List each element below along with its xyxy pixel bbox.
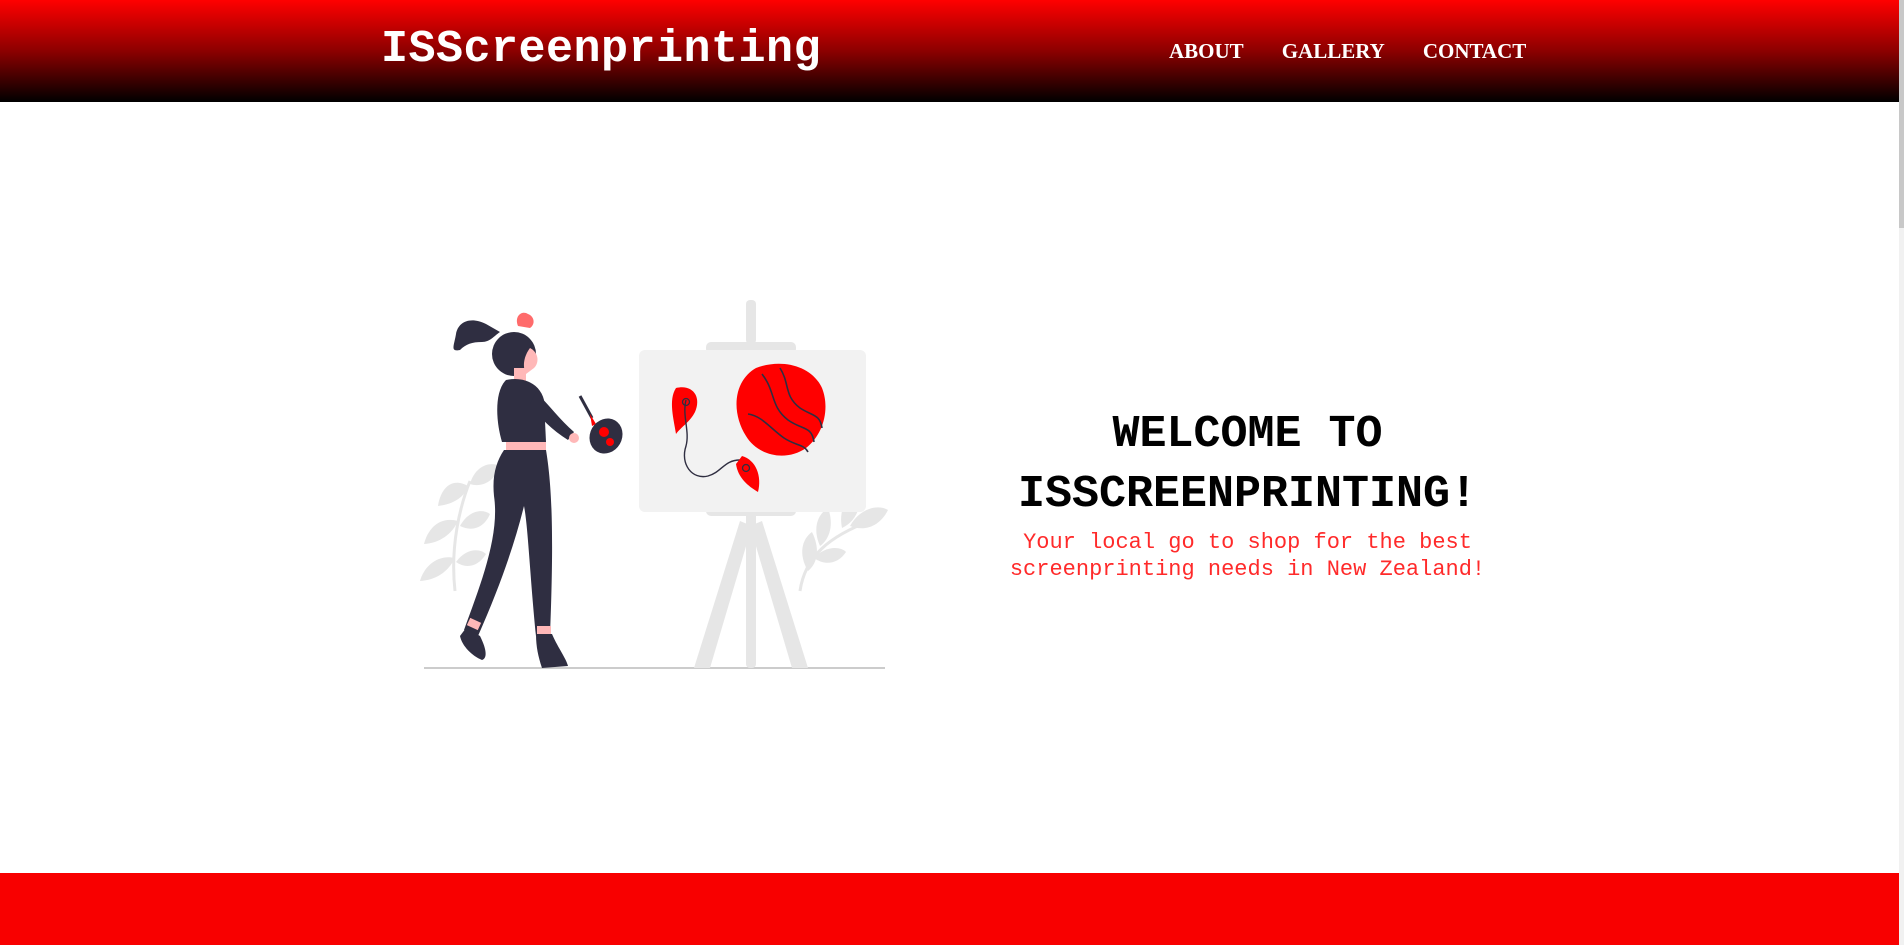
- nav-link-gallery[interactable]: GALLERY: [1282, 38, 1385, 64]
- vertical-scrollbar[interactable]: [1899, 0, 1904, 945]
- nav-link-contact[interactable]: CONTACT: [1423, 38, 1526, 64]
- painter-illustration: [420, 300, 888, 669]
- woman-figure: [453, 312, 623, 668]
- nav-link-about[interactable]: ABOUT: [1169, 38, 1244, 64]
- brand-logo-link[interactable]: ISScreenprinting: [381, 24, 821, 76]
- main-nav: ABOUT GALLERY CONTACT: [1169, 38, 1526, 64]
- hero-subtitle: Your local go to shop for the best scree…: [1009, 530, 1486, 582]
- top-navbar: ISScreenprinting ABOUT GALLERY CONTACT: [0, 0, 1899, 102]
- scrollbar-thumb[interactable]: [1899, 0, 1904, 228]
- hero-title: WELCOME TO ISSCREENPRINTING!: [1017, 409, 1478, 520]
- footer-bar: [0, 873, 1899, 945]
- page: ISScreenprinting ABOUT GALLERY CONTACT W…: [0, 0, 1904, 945]
- hero-text-block: WELCOME TO ISSCREENPRINTING! Your local …: [960, 405, 1535, 583]
